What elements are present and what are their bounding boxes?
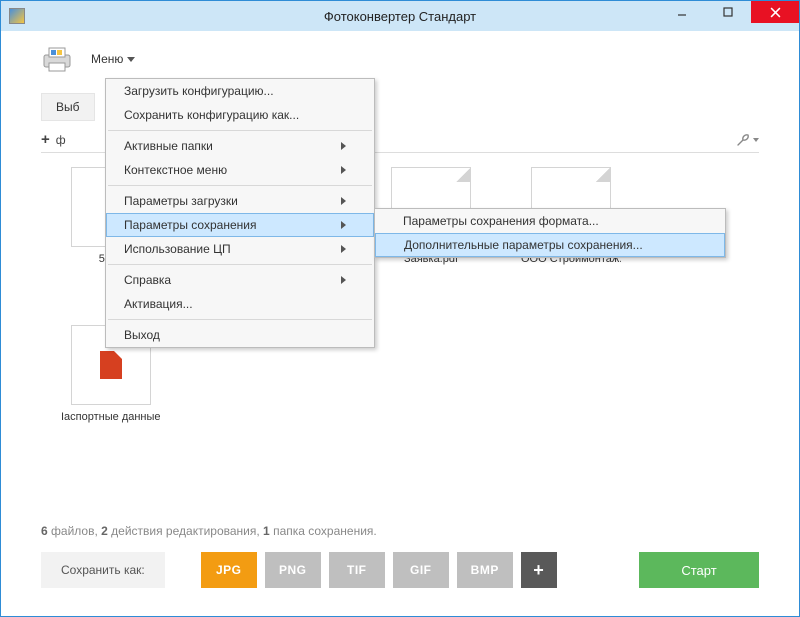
chevron-down-icon <box>753 138 759 142</box>
menu-separator <box>108 130 372 131</box>
window-controls <box>659 1 799 31</box>
submenu-arrow-icon <box>341 142 346 150</box>
submenu-arrow-icon <box>341 245 346 253</box>
menu-label: Меню <box>91 52 123 66</box>
app-window: Фотоконвертер Стандарт Меню <box>0 0 800 617</box>
bottom-bar: Сохранить как: JPG PNG TIF GIF BMP + Ста… <box>1 552 799 616</box>
menu-context-menu[interactable]: Контекстное меню <box>106 158 374 182</box>
submenu-arrow-icon <box>341 276 346 284</box>
main-menu-dropdown: Загрузить конфигурацию... Сохранить конф… <box>105 78 375 348</box>
wrench-icon <box>735 132 751 148</box>
maximize-button[interactable] <box>705 1 751 23</box>
status-line: 6 файлов, 2 действия редактирования, 1 п… <box>1 524 799 552</box>
chevron-down-icon <box>127 57 135 62</box>
add-file-button[interactable]: + ф <box>41 131 66 148</box>
submenu-arrow-icon <box>341 221 346 229</box>
pdf-icon <box>100 351 122 379</box>
app-icon <box>9 8 25 24</box>
submenu-arrow-icon <box>341 166 346 174</box>
menu-separator <box>108 319 372 320</box>
menu-exit[interactable]: Выход <box>106 323 374 347</box>
add-file-fragment: ф <box>56 133 66 147</box>
format-gif[interactable]: GIF <box>393 552 449 588</box>
submenu-format-params[interactable]: Параметры сохранения формата... <box>375 209 725 233</box>
submenu-arrow-icon <box>341 197 346 205</box>
toolbar: Меню <box>1 31 799 77</box>
start-button[interactable]: Старт <box>639 552 759 588</box>
menu-save-params[interactable]: Параметры сохранения <box>106 213 374 237</box>
minimize-button[interactable] <box>659 1 705 23</box>
format-tif[interactable]: TIF <box>329 552 385 588</box>
format-png[interactable]: PNG <box>265 552 321 588</box>
save-params-submenu: Параметры сохранения формата... Дополнит… <box>374 208 726 258</box>
menu-load-params[interactable]: Параметры загрузки <box>106 189 374 213</box>
file-label: Iаспортные данные.pdf <box>61 411 161 423</box>
format-jpg[interactable]: JPG <box>201 552 257 588</box>
menu-save-config[interactable]: Сохранить конфигурацию как... <box>106 103 374 127</box>
titlebar: Фотоконвертер Стандарт <box>1 1 799 31</box>
folder-count: 1 <box>263 524 270 538</box>
menu-active-folders[interactable]: Активные папки <box>106 134 374 158</box>
submenu-additional-params[interactable]: Дополнительные параметры сохранения... <box>375 233 725 257</box>
plus-icon: + <box>41 131 50 148</box>
menu-load-config[interactable]: Загрузить конфигурацию... <box>106 79 374 103</box>
action-count: 2 <box>101 524 108 538</box>
format-bmp[interactable]: BMP <box>457 552 513 588</box>
file-count: 6 <box>41 524 48 538</box>
printer-icon <box>41 45 73 73</box>
add-format-button[interactable]: + <box>521 552 557 588</box>
menu-help[interactable]: Справка <box>106 268 374 292</box>
settings-button[interactable] <box>735 132 759 148</box>
menu-separator <box>108 185 372 186</box>
menu-button[interactable]: Меню <box>83 48 143 70</box>
save-as-label: Сохранить как: <box>41 552 165 588</box>
close-button[interactable] <box>751 1 799 23</box>
tab-fragment-left[interactable]: Выб <box>41 93 95 121</box>
menu-activation[interactable]: Активация... <box>106 292 374 316</box>
menu-cpu-usage[interactable]: Использование ЦП <box>106 237 374 261</box>
menu-separator <box>108 264 372 265</box>
